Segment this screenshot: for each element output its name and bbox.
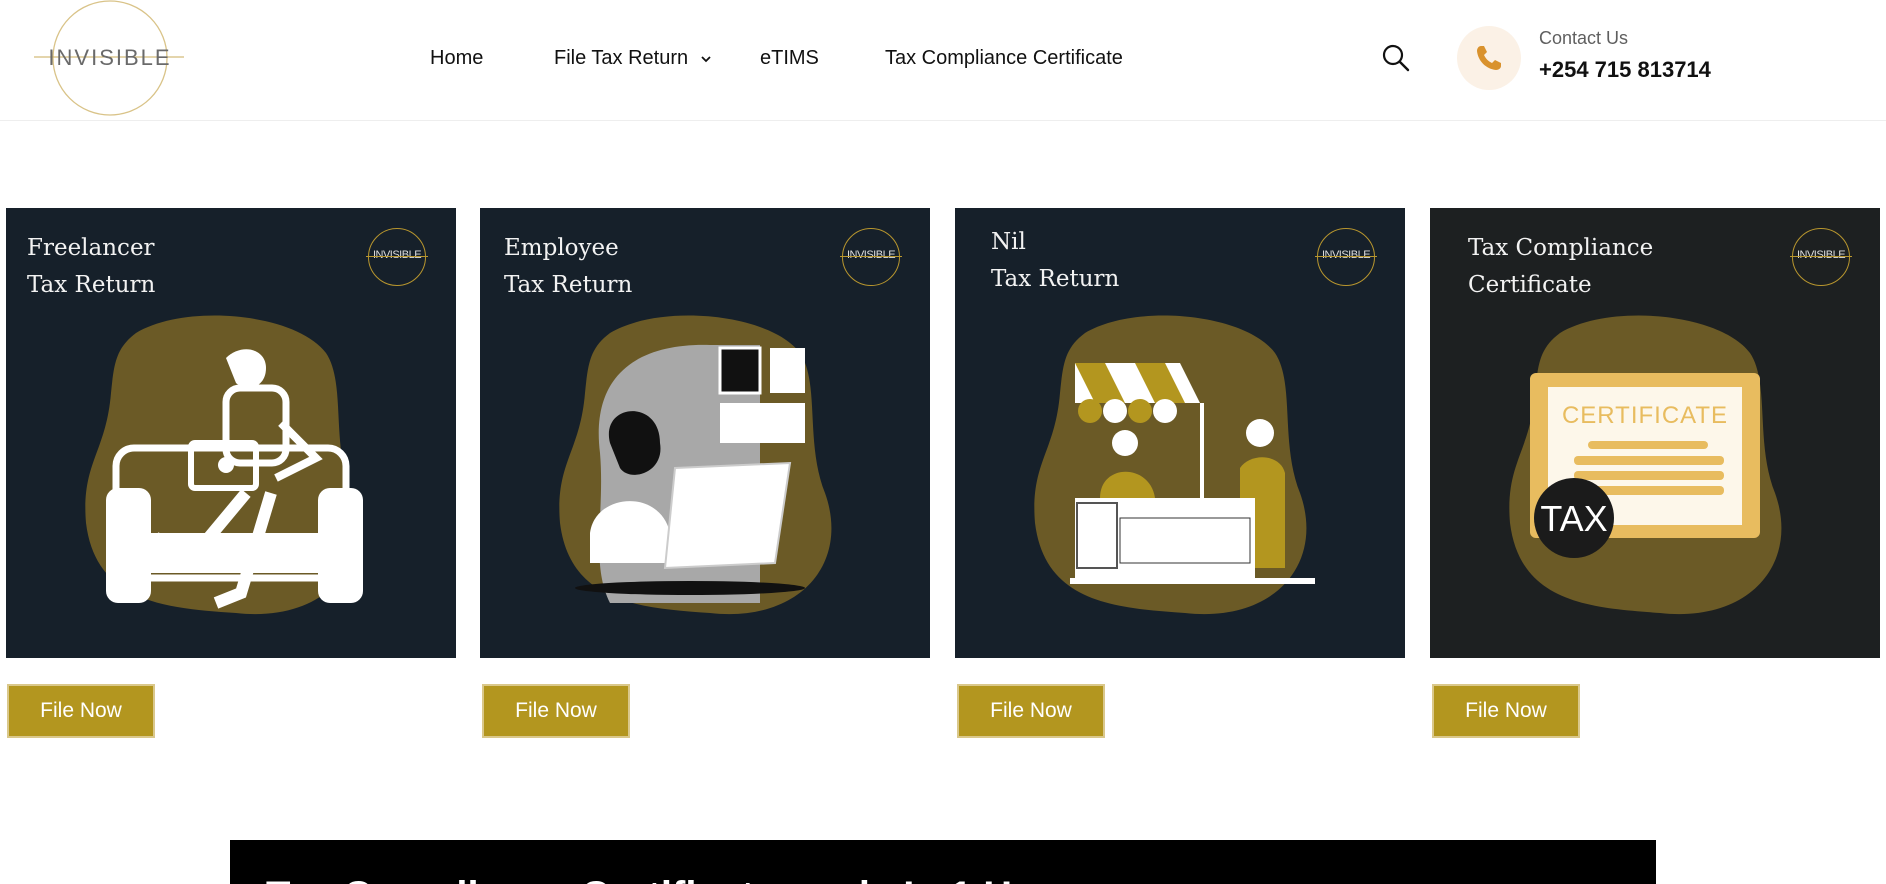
site-header: INVISIBLE Home File Tax Return eTIMS Tax… xyxy=(0,0,1886,121)
card-title: Nil Tax Return xyxy=(991,229,1120,292)
nav-etims[interactable]: eTIMS xyxy=(760,40,819,76)
nav-home-label: Home xyxy=(430,47,484,69)
badge-text: INVISIBLE xyxy=(1796,249,1846,261)
tax-seal-text: TAX xyxy=(1540,498,1607,539)
card-nil[interactable]: Nil Tax Return INVISIBLE xyxy=(955,208,1405,658)
freelancer-illustration xyxy=(85,315,363,615)
file-now-button[interactable]: File Now xyxy=(957,684,1105,738)
card-title: Employee Tax Return xyxy=(504,235,633,298)
nav-tcc-label: Tax Compliance Certificate xyxy=(885,47,1123,69)
badge-logo: INVISIBLE xyxy=(366,228,428,286)
certificate-text: CERTIFICATE xyxy=(1562,402,1728,429)
card-freelancer[interactable]: Freelancer Tax Return INVISIBLE xyxy=(6,208,456,658)
nav-tax-compliance-certificate[interactable]: Tax Compliance Certificate xyxy=(885,40,1123,76)
badge-text: INVISIBLE xyxy=(1321,249,1371,261)
nav-file-tax-return-label: File Tax Return xyxy=(554,47,689,69)
nav-file-tax-return[interactable]: File Tax Return xyxy=(554,40,712,76)
certificate-illustration: CERTIFICATE TAX xyxy=(1509,315,1782,615)
card-tax-compliance[interactable]: Tax Compliance Certificate INVISIBLE CER… xyxy=(1430,208,1880,658)
badge-text: INVISIBLE xyxy=(846,249,896,261)
contact-label: Contact Us xyxy=(1539,28,1629,48)
logo[interactable]: INVISIBLE xyxy=(32,0,184,118)
chevron-down-icon xyxy=(700,41,712,77)
card-title: Tax Compliance Certificate xyxy=(1468,235,1654,298)
phone-icon[interactable] xyxy=(1457,26,1521,90)
card-title: Freelancer Tax Return xyxy=(27,235,156,298)
banner-text: Tax Compliance Certificate made In 1 Hou… xyxy=(266,874,1077,884)
search-icon[interactable] xyxy=(1380,42,1412,74)
employee-illustration xyxy=(559,315,832,615)
file-now-button[interactable]: File Now xyxy=(482,684,630,738)
badge-logo: INVISIBLE xyxy=(1315,228,1377,286)
nav-etims-label: eTIMS xyxy=(760,47,819,69)
contact-phone[interactable]: +254 715 813714 xyxy=(1539,57,1711,83)
badge-text: INVISIBLE xyxy=(372,249,422,261)
market-stall-illustration xyxy=(1034,315,1315,615)
card-employee[interactable]: Employee Tax Return INVISIBLE xyxy=(480,208,930,658)
logo-text: INVISIBLE xyxy=(48,45,171,70)
nav-home[interactable]: Home xyxy=(430,40,483,76)
file-now-button[interactable]: File Now xyxy=(7,684,155,738)
file-now-button[interactable]: File Now xyxy=(1432,684,1580,738)
badge-logo: INVISIBLE xyxy=(840,228,902,286)
promo-banner: Tax Compliance Certificate made In 1 Hou… xyxy=(230,840,1656,884)
badge-logo: INVISIBLE xyxy=(1790,228,1852,286)
